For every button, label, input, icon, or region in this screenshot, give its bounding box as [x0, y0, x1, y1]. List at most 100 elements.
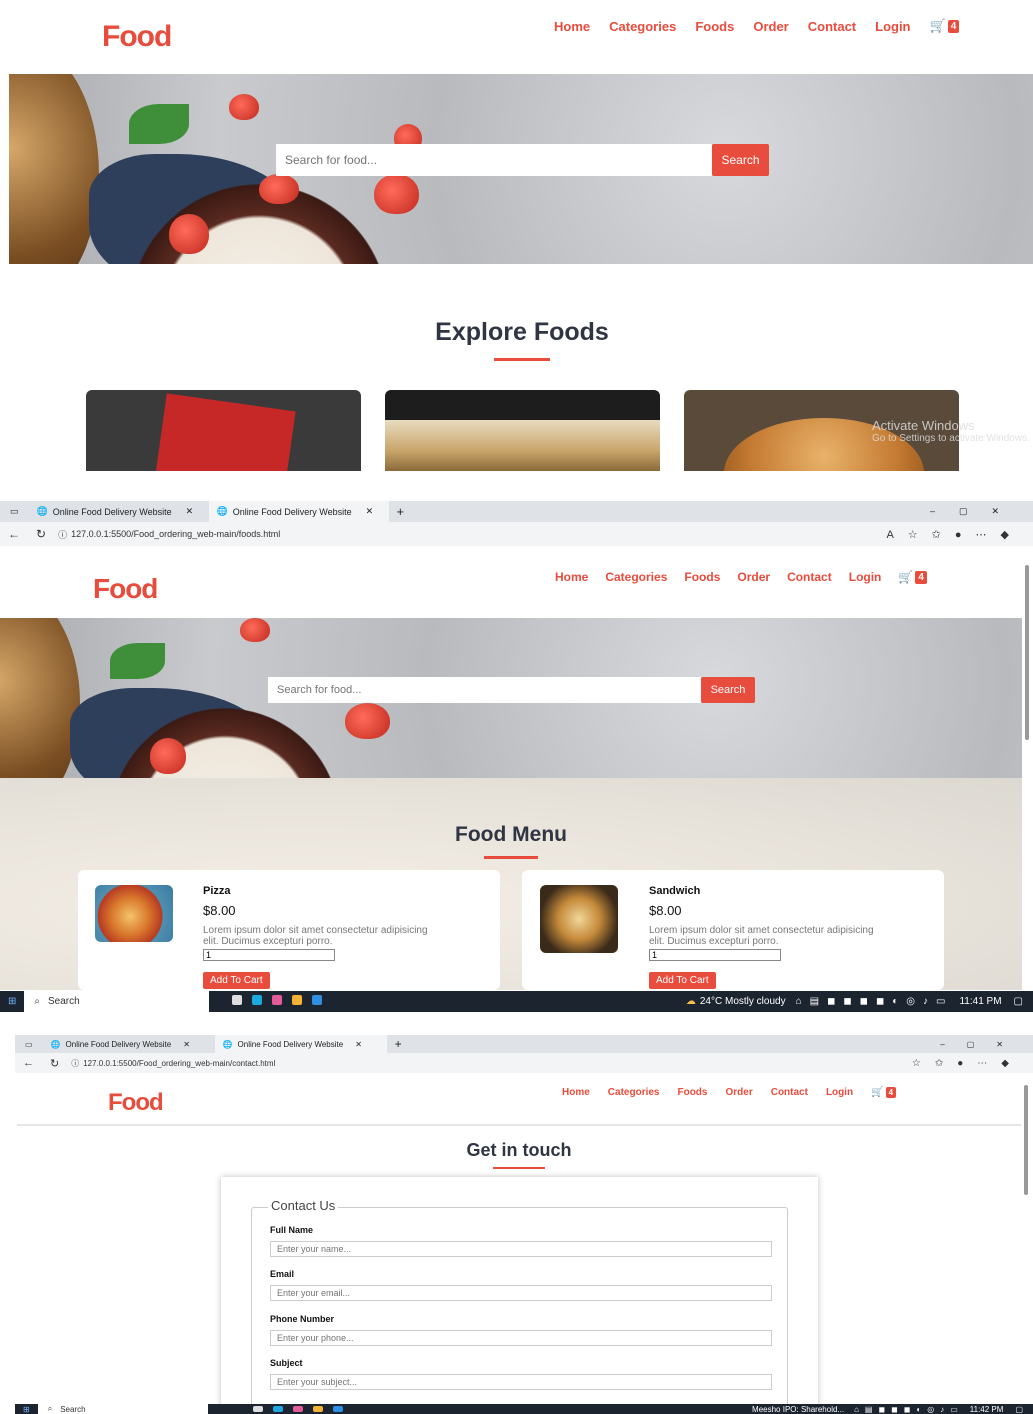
logo[interactable]: Food	[93, 573, 158, 605]
start-icon[interactable]: ⊞	[0, 996, 24, 1007]
notification-icon[interactable]: ▢	[1014, 996, 1033, 1007]
nav-contact[interactable]: Contact	[787, 570, 832, 584]
nav-login[interactable]: Login	[875, 19, 910, 34]
window-controls[interactable]: –▢✕	[940, 1040, 1033, 1049]
title-underline	[494, 358, 550, 361]
browser-tab-active[interactable]: 🌐 Online Food Delivery Website ✕	[208, 501, 389, 522]
subject-label: Subject	[270, 1358, 303, 1368]
browser-toolbar-icons[interactable]: A☆✩●⋯◆	[886, 528, 1033, 541]
main-nav: Home Categories Foods Order Contact Logi…	[554, 18, 960, 34]
nav-contact[interactable]: Contact	[771, 1087, 808, 1098]
taskbar-apps[interactable]	[227, 995, 327, 1008]
tray-icons[interactable]: ⌂▤◼◼◼◐◎♪▭	[854, 1405, 964, 1414]
taskbar-search[interactable]: ⌕ Search	[24, 991, 210, 1012]
new-tab-button[interactable]: +	[387, 1037, 410, 1051]
nav-home[interactable]: Home	[562, 1087, 590, 1098]
quantity-input[interactable]	[649, 949, 781, 961]
nav-categories[interactable]: Categories	[605, 570, 667, 584]
browser-tab-active[interactable]: 🌐 Online Food Delivery Website ✕	[214, 1035, 387, 1053]
nav-contact[interactable]: Contact	[808, 19, 856, 34]
start-icon[interactable]: ⊞	[15, 1405, 38, 1414]
close-tab-icon[interactable]: ✕	[355, 1040, 362, 1049]
main-nav: Home Categories Foods Order Contact Logi…	[562, 1087, 897, 1098]
category-card-sandwich[interactable]	[385, 390, 660, 471]
nav-foods[interactable]: Foods	[677, 1087, 707, 1098]
tray-icons[interactable]: ⌂▤◼◼◼◼◐◎♪▭	[796, 996, 954, 1007]
nav-login[interactable]: Login	[849, 570, 882, 584]
back-icon[interactable]: ←	[0, 527, 28, 541]
add-to-cart-button[interactable]: Add To Cart	[649, 972, 716, 989]
explore-title: Explore Foods	[435, 318, 609, 346]
full-name-input[interactable]	[270, 1241, 772, 1257]
taskbar-search[interactable]: ⌕ Search	[37, 1404, 208, 1414]
nav-order[interactable]: Order	[737, 570, 770, 584]
new-tab-button[interactable]: +	[389, 504, 413, 519]
logo[interactable]: Food	[102, 20, 172, 54]
cart-button[interactable]: 🛒 4	[871, 1087, 897, 1098]
url-text[interactable]: 127.0.0.1:5500/Food_ordering_web-main/co…	[83, 1059, 275, 1068]
back-icon[interactable]: ←	[15, 1057, 42, 1069]
nav-home[interactable]: Home	[554, 19, 590, 34]
weather-text[interactable]: 24°C Mostly cloudy	[700, 996, 786, 1007]
search-bar: Search	[268, 677, 755, 703]
notification-icon[interactable]: ▢	[1015, 1405, 1033, 1414]
browser-tabbar: ▭ 🌐 Online Food Delivery Website ✕ 🌐 Online…	[15, 1035, 1033, 1053]
cart-icon: 🛒	[871, 1087, 884, 1098]
nav-categories[interactable]: Categories	[609, 19, 676, 34]
close-tab-icon[interactable]: ✕	[366, 506, 374, 517]
nav-foods[interactable]: Foods	[695, 19, 734, 34]
search-button[interactable]: Search	[701, 677, 755, 703]
url-text[interactable]: 127.0.0.1:5500/Food_ordering_web-main/fo…	[71, 529, 280, 539]
food-price: $8.00	[649, 903, 682, 918]
category-card-pizza[interactable]	[86, 390, 361, 471]
clock[interactable]: 11:41 PM	[959, 996, 1001, 1007]
cart-icon: 🛒	[898, 570, 914, 584]
windows-taskbar: ⊞ ⌕ Search Meesho IPO: Sharehold... ⌂▤◼◼◼…	[15, 1404, 1033, 1414]
search-icon: ⌕	[34, 996, 40, 1007]
refresh-icon[interactable]: ↻	[28, 527, 54, 541]
browser-tab[interactable]: 🌐 Online Food Delivery Website ✕	[29, 501, 209, 522]
address-bar: ← ↻ ⓘ 127.0.0.1:5500/Food_ordering_web-m…	[15, 1053, 1033, 1073]
email-label: Email	[270, 1269, 295, 1279]
globe-icon: 🌐	[36, 506, 48, 516]
search-input[interactable]	[268, 677, 701, 703]
cart-button[interactable]: 🛒 4	[930, 18, 960, 34]
title-underline	[493, 1167, 545, 1169]
email-input[interactable]	[270, 1285, 772, 1301]
browser-tab[interactable]: 🌐 Online Food Delivery Website ✕	[43, 1035, 215, 1053]
logo[interactable]: Food	[108, 1089, 164, 1117]
quantity-input[interactable]	[203, 949, 335, 961]
refresh-icon[interactable]: ↻	[42, 1057, 67, 1070]
page-scrollbar[interactable]	[1024, 1085, 1028, 1195]
nav-order[interactable]: Order	[753, 19, 788, 34]
nav-order[interactable]: Order	[725, 1087, 752, 1098]
search-input[interactable]	[276, 144, 712, 176]
contact-title: Get in touch	[466, 1140, 572, 1160]
nav-foods[interactable]: Foods	[684, 570, 720, 584]
nav-login[interactable]: Login	[826, 1087, 853, 1098]
tab-actions-icon[interactable]: ▭	[15, 1040, 43, 1049]
granola-jar	[0, 618, 80, 778]
close-tab-icon[interactable]: ✕	[186, 506, 194, 517]
clock[interactable]: 11:42 PM	[970, 1405, 1004, 1414]
nav-categories[interactable]: Categories	[608, 1087, 660, 1098]
nav-home[interactable]: Home	[555, 570, 588, 584]
subject-input[interactable]	[270, 1374, 772, 1390]
pizza-box-image	[154, 393, 296, 471]
search-button[interactable]: Search	[712, 144, 769, 176]
food-price: $8.00	[203, 903, 236, 918]
activation-watermark: Activate Windows Go to Settings to activ…	[872, 418, 1030, 444]
browser-toolbar-icons[interactable]: ☆✩●⋯◆	[912, 1058, 1033, 1069]
address-bar: ← ↻ ⓘ 127.0.0.1:5500/Food_ordering_web-m…	[0, 522, 1033, 546]
add-to-cart-button[interactable]: Add To Cart	[203, 972, 270, 989]
tab-actions-icon[interactable]: ▭	[0, 506, 29, 517]
cart-count-badge: 4	[885, 1087, 897, 1098]
strawberry	[374, 174, 419, 214]
cart-button[interactable]: 🛒 4	[898, 570, 927, 584]
news-text[interactable]: Meesho IPO: Sharehold...	[752, 1405, 844, 1414]
taskbar-apps[interactable]	[248, 1405, 348, 1414]
close-tab-icon[interactable]: ✕	[183, 1040, 190, 1049]
page-scrollbar[interactable]	[1025, 565, 1029, 740]
window-controls[interactable]: –▢✕	[930, 506, 1033, 517]
phone-input[interactable]	[270, 1330, 772, 1346]
